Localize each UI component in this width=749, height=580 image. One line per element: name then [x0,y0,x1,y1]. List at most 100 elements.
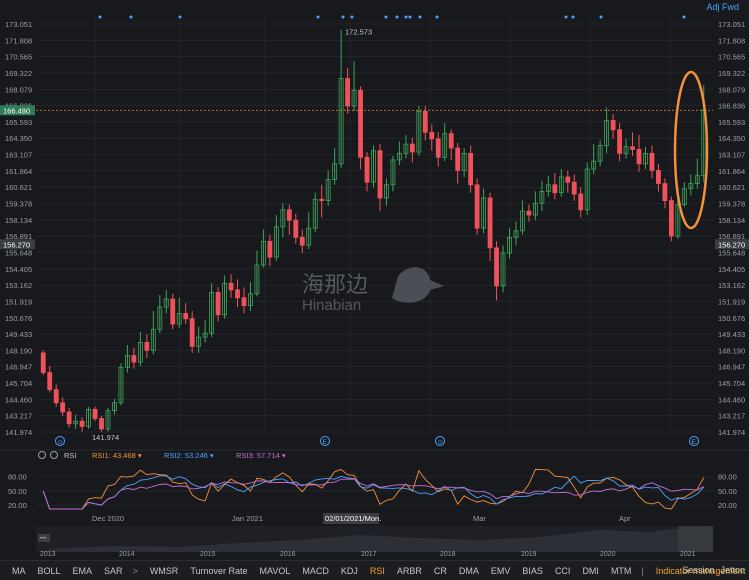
candle-body [552,184,558,194]
y-tick-right: 159.378 [718,200,745,209]
overview-year: 2019 [521,551,537,558]
indicator-dmi[interactable]: DMI [582,566,599,576]
candle-body [299,236,305,246]
y-tick-right: 144.460 [718,395,745,404]
y-tick-right: 153.162 [718,281,745,290]
event-marker-label: ⊙ [438,439,444,446]
candle-body [617,129,622,154]
indicator-bias[interactable]: BIAS [522,566,543,576]
indicator-ema[interactable]: EMA [73,566,93,576]
y-tick-right: 141.974 [718,428,745,437]
candle-body [228,282,234,291]
y-tick-left: 161.864 [5,167,32,176]
event-dot [384,15,388,19]
y-tick-right: 171.808 [718,36,745,45]
highlight-ellipse [673,70,709,230]
x-crosshair-label: 02/01/2021/Mon. [325,514,381,523]
event-dot [341,15,345,19]
event-dot [682,15,686,19]
event-marker-label: E [692,439,697,446]
toolbar-session[interactable]: Session [682,565,714,575]
rsi-tick-right: 80.00 [718,473,737,482]
toolbar-jetton[interactable]: Jetton [720,565,745,575]
candle-body [47,372,53,391]
indicator-turnover-rate[interactable]: Turnover Rate [190,566,247,576]
event-dot [599,15,603,19]
rsi-line-2 [42,475,705,510]
indicator-emv[interactable]: EMV [491,566,511,576]
y-tick-left: 168.079 [5,85,32,94]
indicator-wmsr[interactable]: WMSR [150,566,179,576]
rsi-tick-left: 80.00 [8,473,27,482]
candle-body [131,355,137,363]
y-tick-left: 164.350 [5,134,32,143]
y-tick-right: 164.350 [718,134,745,143]
event-marker-label: E [323,439,328,446]
overview-year: 2015 [200,551,216,558]
indicator-sar[interactable]: SAR [104,566,123,576]
adj-fwd-toggle[interactable]: Adj Fwd [706,2,739,12]
candle-body [468,152,474,186]
candle-body [610,120,616,131]
indicator-dma[interactable]: DMA [459,566,479,576]
indicator-toolbar: MA BOLL EMA SAR > WMSR Turnover Rate MAVOL MACD K… [0,560,749,580]
y-tick-right: 148.190 [718,346,745,355]
event-dot [98,15,102,19]
overview-handle-dots: ••• [40,536,46,542]
y-tick-left: 163.107 [5,151,32,160]
y-tick-left: 170.565 [5,53,32,62]
high-annotation: 172.573 [345,27,372,36]
price-tag-left-text: 166.480 [3,106,30,115]
y-tick-right: 168.079 [718,85,745,94]
candle-body [409,143,415,153]
rsi-line-3 [42,478,705,510]
indicator-macd[interactable]: MACD [302,566,329,576]
indicator-boll[interactable]: BOLL [38,566,61,576]
candle-body [656,169,661,184]
event-dot [408,15,412,19]
overview-year: 2020 [600,551,616,558]
candle-body [189,318,195,347]
candle-body [571,181,577,195]
candle-body [215,292,221,316]
y-tick-right: 155.648 [718,248,745,257]
indicator-cci[interactable]: CCI [555,566,571,576]
indicator-mtm[interactable]: MTM [611,566,632,576]
event-dot [404,15,408,19]
indicator-rsi[interactable]: RSI [370,566,385,576]
event-dot [129,15,133,19]
candle-body [293,219,299,238]
candle-body [79,420,85,427]
candle-body [53,389,59,404]
rsi-legend-1: RSI1: 43.468 ▾ [92,451,142,460]
y-tick-left: 144.460 [5,395,32,404]
y-tick-left: 151.919 [5,297,32,306]
indicator-arbr[interactable]: ARBR [397,566,422,576]
y-tick-left: 146.947 [5,363,32,372]
y-tick-right: 166.836 [718,102,745,111]
indicator-mavol[interactable]: MAVOL [260,566,291,576]
y-tick-right: 149.433 [718,330,745,339]
x-label: Dec 2020 [92,514,124,523]
x-label: Apr [619,514,631,523]
indicator-cr[interactable]: CR [434,566,447,576]
stock-chart[interactable]: 173.051 171.808 170.565 169.322 168.079 166.8… [0,0,749,579]
candle-body [487,197,493,249]
rsi-tick-left: 50.00 [8,487,27,496]
y-tick-left: 155.648 [5,248,32,257]
y-tick-right: 160.621 [718,183,745,192]
candle-body [345,78,351,107]
y-tick-left: 141.974 [5,428,32,437]
y-tick-left: 165.593 [5,118,32,127]
event-dot [316,15,320,19]
y-tick-right: 143.217 [718,412,745,421]
candle-body [422,110,428,133]
indicator-kdj[interactable]: KDJ [341,566,358,576]
y-tick-right: 161.864 [718,167,745,176]
candle-body [358,89,363,158]
indicator-ma[interactable]: MA [12,566,26,576]
toolbar-right: Session Jetton [676,565,745,575]
candle-body [474,184,480,229]
rsi-legend-2: RSI2: 53.246 ▾ [164,451,214,460]
low-annotation: 141.974 [92,433,119,442]
